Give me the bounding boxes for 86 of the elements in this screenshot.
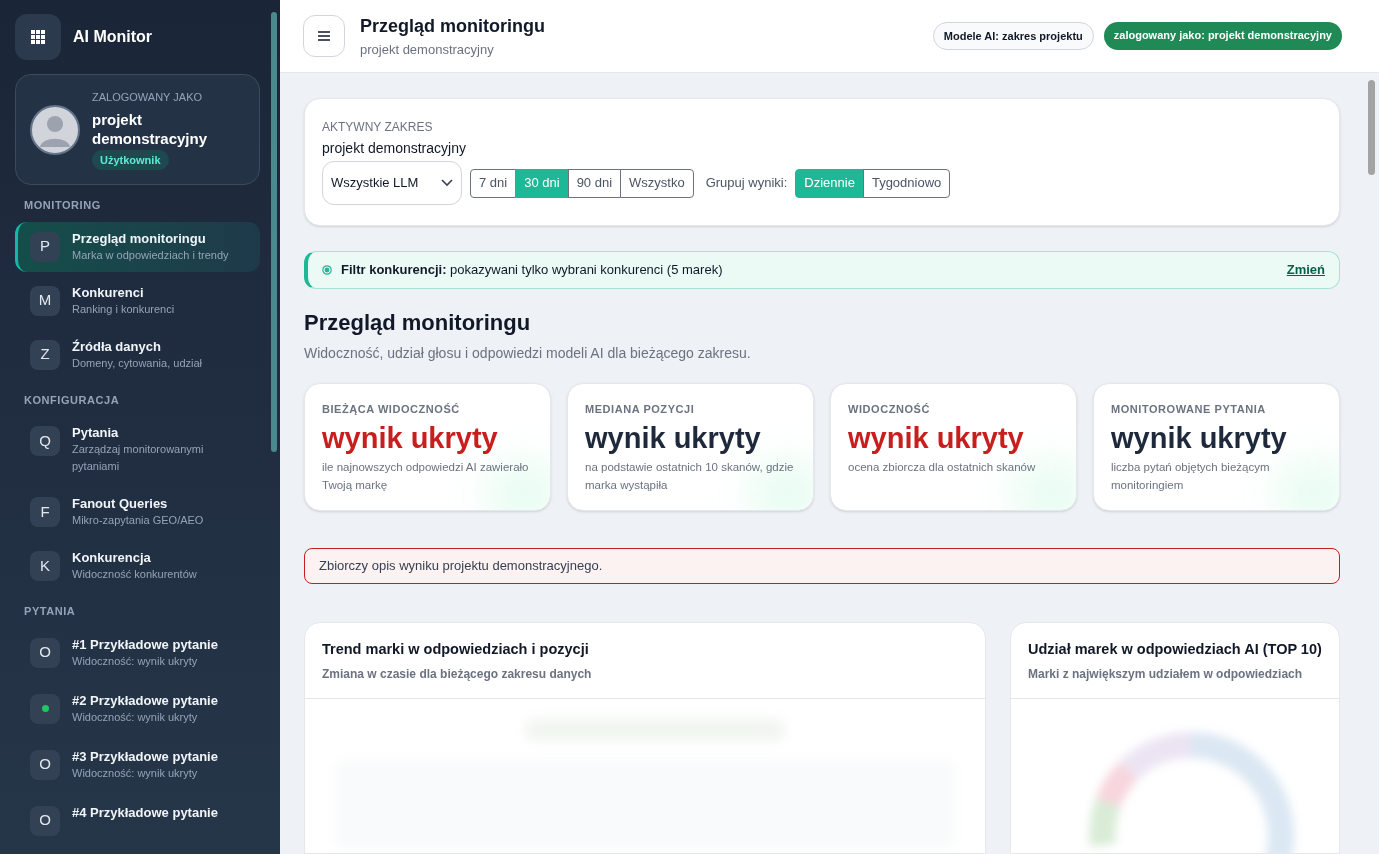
panel-subtitle: Zmiana w czasie dla bieżącego zakresu danych — [322, 666, 593, 683]
stat-label: MONITOROWANE PYTANIA — [1111, 402, 1267, 417]
nav-item-title: Konkurenci — [72, 283, 145, 301]
segment-button[interactable]: 7 dni — [470, 168, 517, 198]
page-subtitle: projekt demonstracyjny — [360, 40, 495, 59]
nav-item-subtitle: Widoczność konkurentów — [72, 567, 197, 582]
nav-item[interactable]: #2 Przykładowe pytanie Widoczność: wynik ukryty — [15, 683, 260, 734]
nav-item[interactable]: O #1 Przykładowe pytanie Widoczność: wynik ukryty — [15, 627, 260, 678]
scrollbar-thumb[interactable] — [271, 12, 277, 452]
group-label: Grupuj wyniki: — [705, 174, 788, 193]
nav-item-icon: O — [30, 637, 60, 668]
radio-dot-icon — [322, 265, 332, 275]
scrollbar-thumb[interactable] — [1368, 80, 1375, 175]
grid-icon — [31, 30, 45, 44]
nav-item-subtitle: Mikro-zapytania GEO/AEO — [72, 513, 204, 528]
section-subtitle: Widoczność, udział głosu i odpowiedzi modeli AI dla bieżącego zakresu. — [304, 344, 752, 363]
nav-item-title: #2 Przykładowe pytanie — [72, 691, 218, 709]
change-link[interactable]: Zmień — [1286, 260, 1325, 280]
nav-item-subtitle: Zarządzaj monitorowanymi pytaniami — [72, 442, 205, 474]
menu-button[interactable] — [303, 15, 345, 57]
section-title: Przegląd monitoringu — [304, 309, 532, 337]
avatar-icon — [30, 104, 80, 155]
stat-note: ocena zbiorcza dla ostatnich skanów — [848, 459, 1037, 475]
header-badge: zalogowany jako: projekt demonstracyjny — [1103, 21, 1342, 51]
header-badge: Modele AI: zakres projektu — [932, 21, 1094, 51]
nav-item-title: Fanout Queries — [72, 495, 169, 512]
nav-item[interactable]: M Konkurenci Ranking i konkurenci — [15, 275, 260, 326]
role-badge: Użytkownik — [92, 149, 169, 170]
stat-label: BIEŻĄCA WIDOCZNOŚĆ — [322, 402, 461, 417]
nav-item[interactable]: K Konkurencja Widoczność konkurentów — [15, 541, 260, 591]
nav-item-icon: M — [30, 285, 60, 316]
nav-item-icon: P — [30, 231, 60, 262]
nav-item-icon: O — [30, 749, 60, 780]
nav-item[interactable]: O #4 Przykładowe pytanie — [15, 795, 260, 844]
nav-item-title: #1 Przykładowe pytanie — [72, 635, 218, 653]
section-heading: MONITORING — [23, 198, 102, 213]
panel-title: Trend marki w odpowiedziach i pozycji — [322, 640, 590, 659]
nav-item-subtitle: Marka w odpowiedziach i trendy — [72, 247, 229, 263]
nav-item-icon: Q — [30, 426, 60, 456]
nav-item-title: Pytania — [72, 424, 120, 441]
nav-item[interactable]: F Fanout Queries Mikro-zapytania GEO/AEO — [15, 487, 260, 537]
app-name: AI Monitor — [73, 27, 153, 47]
nav-item-subtitle: Ranking i konkurenci — [72, 301, 175, 317]
nav-item[interactable]: O #3 Przykładowe pytanie Widoczność: wynik ukryty — [15, 739, 260, 790]
nav-item-title: Źródła danych — [72, 337, 162, 355]
nav-item-title: Przegląd monitoringu — [72, 229, 207, 247]
nav-item-icon: F — [30, 497, 60, 527]
segment-button[interactable]: Tygodniowo — [862, 168, 951, 198]
nav-item-title: Konkurencja — [72, 549, 152, 566]
stat-value: wynik ukryty — [848, 420, 1025, 456]
nav-item-title: #4 Przykładowe pytanie — [72, 803, 218, 821]
filter-text: Filtr konkurencji: pokazywani tylko wybrani konkurenci (5 marek) — [341, 261, 723, 280]
llm-select[interactable]: Wszystkie LLM — [322, 161, 462, 205]
segment-button[interactable]: Wszystko — [620, 168, 694, 198]
stat-note: ile najnowszych odpowiedzi AI zawierało Twoją markę — [322, 459, 530, 493]
stat-label: MEDIANA POZYCJI — [585, 402, 696, 417]
nav-item[interactable]: Z Źródła danych Domeny, cytowania, udział — [15, 329, 260, 380]
panel-subtitle: Marki z największym udziałem w odpowiedziach — [1028, 666, 1304, 683]
page-title: Przegląd monitoringu — [360, 14, 545, 38]
nav-item-icon: K — [30, 551, 60, 581]
scope-project: projekt demonstracyjny — [322, 139, 467, 158]
nav-item[interactable]: P Przegląd monitoringu Marka w odpowiedziach i trendy — [15, 221, 260, 272]
user-name: projekt demonstracyjny — [92, 109, 209, 148]
stat-label: WIDOCZNOŚĆ — [848, 402, 931, 417]
chevron-down-icon — [441, 179, 453, 187]
nav-item-subtitle: Domeny, cytowania, udział — [72, 355, 203, 371]
stat-note: na podstawie ostatnich 10 skanów, gdzie marka wystąpiła — [585, 459, 795, 493]
nav-item-subtitle: Widoczność: wynik ukryty — [72, 709, 199, 725]
nav-item-subtitle: Widoczność: wynik ukryty — [72, 765, 199, 781]
stat-value: wynik ukryty — [1111, 420, 1288, 456]
section-heading: KONFIGURACJA — [23, 392, 121, 408]
nav-item-icon: O — [30, 805, 60, 836]
stat-value: wynik ukryty — [585, 420, 762, 456]
nav-item-subtitle: Widoczność: wynik ukryty — [72, 653, 199, 669]
scope-caption: AKTYWNY ZAKRES — [322, 119, 434, 136]
segment-button[interactable]: 90 dni — [567, 168, 622, 198]
summary-alert: Zbiorczy opis wyniku projektu demonstracyjnego. — [304, 548, 1340, 584]
stat-note: liczba pytań objętych bieżącym monitoringiem — [1111, 459, 1271, 493]
nav-item-icon: Z — [30, 339, 60, 370]
panel-title: Udział marek w odpowiedziach AI (TOP 10) — [1028, 640, 1322, 659]
user-caption: ZALOGOWANY JAKO — [92, 90, 203, 105]
stat-value: wynik ukryty — [322, 420, 499, 456]
menu-icon — [318, 31, 330, 41]
nav-item-title: #3 Przykładowe pytanie — [72, 747, 218, 765]
section-heading: PYTANIA — [23, 604, 77, 619]
nav-item[interactable]: Q Pytania Zarządzaj monitorowanymi pytaniami — [15, 416, 260, 483]
